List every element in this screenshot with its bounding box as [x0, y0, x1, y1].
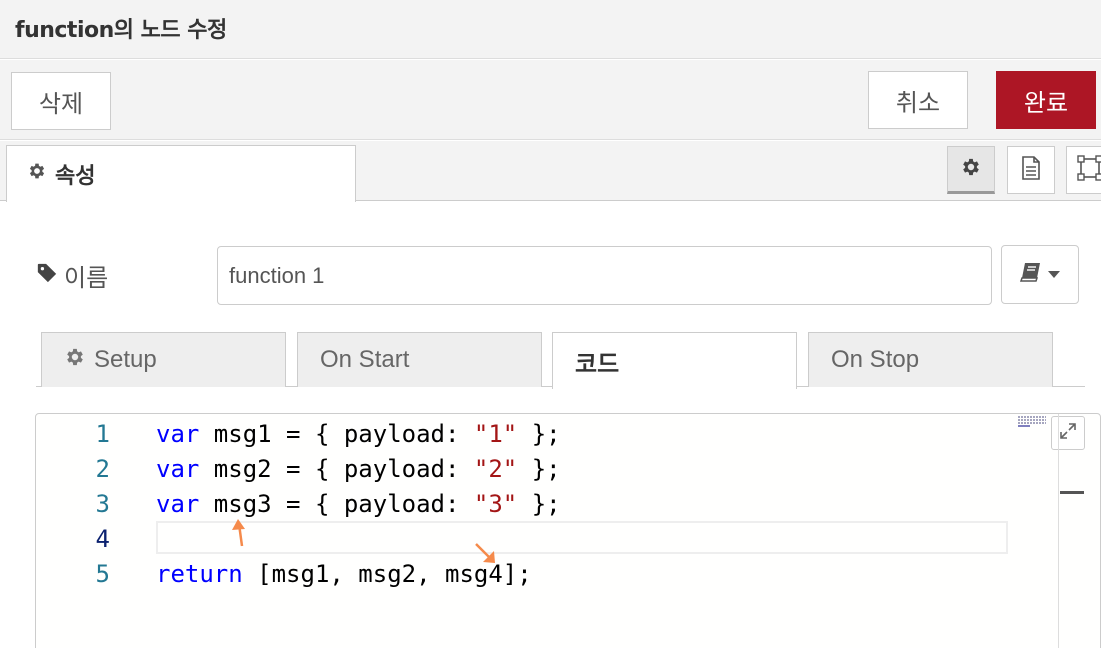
tab-setup-label: Setup [94, 346, 157, 373]
tab-on-start[interactable]: On Start [297, 332, 542, 387]
tab-properties[interactable]: 속성 [6, 145, 356, 202]
gear-icon [64, 346, 86, 375]
code-tabs: Setup On Start 코드 On Stop [36, 331, 1085, 389]
tab-on-stop-label: On Stop [831, 346, 920, 373]
code-token: }; [517, 455, 561, 483]
code-line[interactable]: 2 var msg2 = { payload: "2" }; [36, 452, 1036, 487]
tab-on-start-label: On Start [320, 346, 410, 373]
code-token: }; [517, 490, 561, 518]
code-keyword: return [156, 560, 243, 588]
line-number: 2 [95, 455, 110, 483]
description-tab-button[interactable] [1007, 146, 1055, 194]
annotation-arrow-down [475, 543, 495, 563]
cancel-button[interactable]: 취소 [868, 71, 968, 129]
dialog-toolbar: 삭제 취소 완료 [0, 60, 1101, 140]
tab-code[interactable]: 코드 [552, 332, 797, 389]
line-number: 4 [95, 525, 110, 553]
code-editor[interactable]: 1 var msg1 = { payload: "1" }; 2 var msg… [35, 413, 1101, 648]
node-library-button[interactable] [1001, 245, 1079, 304]
annotation-arrow-up [232, 519, 245, 547]
code-line[interactable]: 3 var msg3 = { payload: "3" }; [36, 487, 1036, 522]
code-keyword: var [156, 490, 200, 518]
document-icon [1020, 155, 1042, 185]
code-keyword: var [156, 420, 200, 448]
dialog-header: function의 노드 수정 [0, 0, 1101, 59]
code-line[interactable]: 4 [36, 522, 1036, 557]
code-line[interactable]: 1 var msg1 = { payload: "1" }; [36, 417, 1036, 452]
code-text: var msg3 = { payload: "3" }; [156, 487, 561, 522]
tab-on-stop[interactable]: On Stop [808, 332, 1053, 387]
code-string: "1" [473, 420, 518, 448]
gear-icon [27, 161, 47, 187]
code-token: msg3 = { payload: [199, 490, 474, 518]
dialog-title: function의 노드 수정 [15, 18, 227, 43]
done-button[interactable]: 완료 [996, 71, 1096, 129]
tab-properties-label: 속성 [55, 164, 96, 189]
name-label-text: 이름 [64, 264, 109, 292]
tab-setup[interactable]: Setup [41, 332, 286, 387]
code-text: var msg2 = { payload: "2" }; [156, 452, 561, 487]
code-token: msg1 = { payload: [199, 420, 474, 448]
editor-scrollbar[interactable] [1058, 414, 1059, 648]
expand-editor-button[interactable] [1051, 416, 1085, 450]
layout-icon [1077, 154, 1101, 186]
line-number: 3 [95, 490, 110, 518]
name-input[interactable] [217, 246, 992, 305]
code-token: msg2 = { payload: [199, 455, 474, 483]
minimap[interactable] [1018, 414, 1048, 427]
line-number: 5 [95, 560, 110, 588]
book-icon [1019, 262, 1042, 287]
code-string: "3" [473, 490, 518, 518]
tag-icon [36, 262, 58, 290]
code-keyword: var [156, 455, 200, 483]
name-label: 이름 [36, 258, 108, 293]
tab-code-label: 코드 [575, 349, 620, 378]
scrollbar-cursor-marker [1060, 491, 1084, 494]
code-token: }; [517, 420, 561, 448]
line-number: 1 [95, 420, 110, 448]
code-line[interactable]: 5 return [msg1, msg2, msg4]; [36, 557, 1036, 592]
code-text: var msg1 = { payload: "1" }; [156, 417, 561, 452]
tab-strip: 속성 [0, 141, 1101, 202]
expand-icon [1059, 422, 1077, 445]
appearance-tab-button[interactable] [1066, 146, 1101, 194]
delete-button[interactable]: 삭제 [11, 72, 111, 130]
gear-icon [960, 156, 982, 183]
settings-tab-button[interactable] [947, 146, 995, 194]
code-string: "2" [473, 455, 518, 483]
caret-down-icon [1048, 266, 1060, 284]
